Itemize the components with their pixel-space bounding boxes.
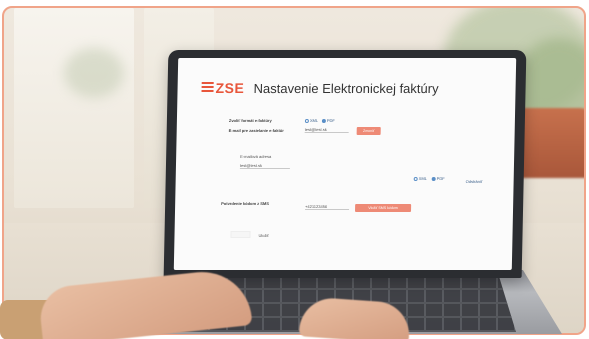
other-format-option-xml[interactable]: XML: [413, 176, 427, 181]
save-button[interactable]: Uložiť: [258, 233, 268, 238]
radio-selected-icon: [431, 176, 436, 181]
window-background: [14, 8, 134, 208]
format-option-xml[interactable]: XML: [304, 118, 319, 123]
logo-text: ZSE: [215, 80, 245, 96]
format-option-label: XML: [418, 176, 427, 181]
format-option-label: PDF: [326, 118, 335, 123]
brand-logo: ZSE: [201, 80, 244, 96]
sms-code-button[interactable]: Vložiť SMS kódom: [354, 204, 412, 212]
laptop-screen: ZSE Nastavenie Elektronickej faktúry Zvo…: [173, 58, 517, 270]
format-label: Zvoliť formát e-faktúry: [228, 118, 272, 123]
laptop-lid: ZSE Nastavenie Elektronickej faktúry Zvo…: [163, 50, 527, 278]
format-option-pdf[interactable]: PDF: [321, 118, 335, 123]
other-email-label: E-mailová adresa: [240, 154, 272, 159]
logo-stripes-icon: [201, 82, 214, 94]
other-format-option-pdf[interactable]: PDF: [431, 176, 445, 181]
format-option-label: XML: [309, 118, 319, 123]
radio-icon: [413, 176, 418, 181]
radio-selected-icon: [321, 118, 326, 123]
other-email-field[interactable]: test@test.sk: [239, 162, 291, 169]
format-option-label: PDF: [436, 176, 445, 181]
save-field-placeholder: [230, 231, 251, 238]
email-label: E-mail pre zasielanie e-faktúr: [228, 128, 284, 133]
email-field[interactable]: test@test.sk: [304, 126, 349, 133]
phone-field[interactable]: +421123456: [305, 203, 350, 210]
radio-icon: [304, 118, 309, 123]
plant-background: [64, 48, 124, 98]
change-email-button[interactable]: Zmeniť: [356, 127, 381, 135]
sms-label: Potvrdenie kódom z SMS: [221, 201, 270, 206]
remove-link[interactable]: Odstrániť: [466, 179, 483, 184]
page-title: Nastavenie Elektronickej faktúry: [253, 81, 439, 96]
